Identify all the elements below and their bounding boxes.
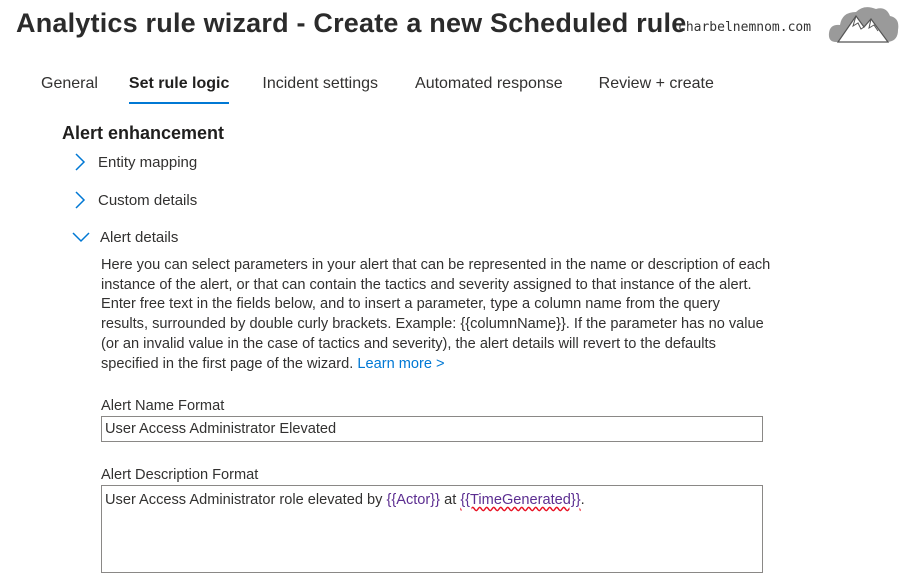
actor-parameter: {{Actor}} (386, 492, 441, 508)
learn-more-link[interactable]: Learn more > (357, 356, 444, 372)
alert-description-format-textarea[interactable]: User Access Administrator role elevated … (101, 485, 763, 573)
expander-label: Custom details (98, 191, 198, 209)
tab-review-create[interactable]: Review + create (599, 74, 714, 104)
wizard-tabs: General Set rule logic Incident settings… (41, 74, 714, 104)
alert-details-description: Here you can select parameters in your a… (101, 256, 771, 374)
custom-details-expander[interactable]: Custom details (72, 190, 197, 210)
tab-incident-settings[interactable]: Incident settings (262, 74, 378, 104)
mountain-logo-icon (828, 7, 899, 43)
alert-name-format-label: Alert Name Format (101, 398, 225, 414)
description-text: Here you can select parameters in your a… (101, 257, 771, 372)
chevron-right-icon (75, 153, 86, 171)
description-text-part: User Access Administrator role elevated … (105, 492, 387, 508)
entity-mapping-expander[interactable]: Entity mapping (72, 152, 197, 172)
alert-name-format-input[interactable] (101, 416, 763, 442)
description-text-part: . (580, 492, 585, 508)
expander-label: Alert details (100, 228, 179, 246)
description-text-part: at (440, 492, 461, 508)
section-title: Alert enhancement (62, 123, 225, 143)
alert-details-expander[interactable]: Alert details (72, 227, 178, 247)
time-generated-parameter: {{TimeGenerated}} (460, 492, 581, 508)
alert-description-format-label: Alert Description Format (101, 467, 259, 483)
chevron-right-icon (75, 191, 86, 209)
chevron-down-icon (72, 232, 90, 243)
page-title: Analytics rule wizard - Create a new Sch… (16, 8, 687, 38)
tab-general[interactable]: General (41, 74, 98, 104)
watermark-text: charbelnemnom.com (678, 20, 812, 35)
expander-label: Entity mapping (98, 153, 198, 171)
tab-set-rule-logic[interactable]: Set rule logic (128, 74, 230, 104)
tab-automated-response[interactable]: Automated response (415, 74, 563, 104)
